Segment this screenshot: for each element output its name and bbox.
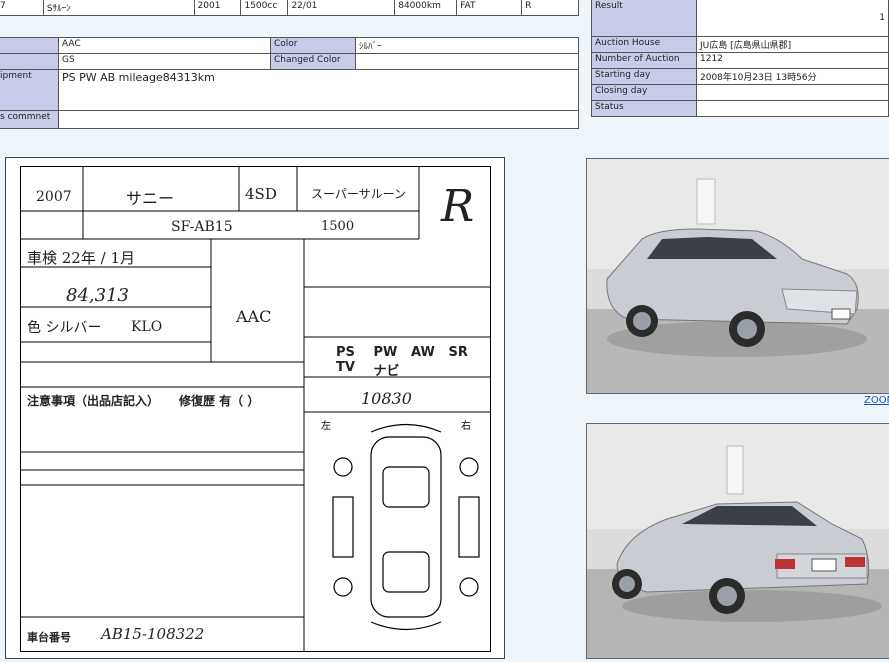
sheet-inspection: 車検 22年 / 1月 [27,249,135,267]
equipment-label: ipment [0,69,59,111]
auction-sheet-image[interactable]: 左 右 2007 サニー 4SD スーパーサルーン R SF-AB15 1500… [5,157,505,659]
sheet-repair: 修復歴 有（ ） [179,394,260,408]
grade-label [0,37,59,54]
sheet-chassis: SF-AB15 [171,219,233,235]
color-label: Color [270,37,356,54]
grade-value: AAC [58,37,271,54]
auction-house-label: Auction House [591,36,697,53]
sheet-serial: AB15-108322 [101,625,205,643]
summary-row-table: 7 Sｻﾙｰﾝ 2001 1500cc 22/01 84000km FAT R [0,0,579,16]
auction-sheet-form: 左 右 2007 サニー 4SD スーパーサルーン R SF-AB15 1500… [20,166,491,652]
feature-ps: PS [336,345,355,360]
closing-day-value [696,84,889,101]
sheet-serial-label: 車台番号 [27,631,71,644]
summary-cell: 1500cc [240,0,289,16]
summary-cell: Sｻﾙｰﾝ [42,0,195,16]
model-value: GS [58,53,271,70]
car-photo-rear[interactable] [586,423,889,659]
auction-number-value: 1212 [696,52,889,69]
zoom-link-photo1[interactable]: ZOOM [864,395,889,406]
sheet-mileage: 84,313 [66,285,129,306]
changed-color-value [355,53,579,70]
auction-number-label: Number of Auction [591,52,697,69]
equipment-value: PS PW AB mileage84313km [58,69,579,111]
summary-cell: 84000km [394,0,458,16]
summary-cell: 22/01 [287,0,396,16]
sheet-notes-title: 注意事項（出品店記入） [27,394,160,408]
sheet-color: 色 シルバー [27,320,102,336]
sheet-feature-grid: PS PW AW SR TV ナビ [336,345,486,379]
sheet-model: サニー [126,189,175,208]
result-label: Result [591,0,697,37]
comment-label: s commnet [0,110,59,129]
changed-color-label: Changed Color [270,53,356,70]
model-label [0,53,59,70]
sheet-doors: 4SD [245,185,277,203]
starting-day-label: Starting day [591,68,697,85]
car-photo-front[interactable] [586,158,889,394]
feature-sr: SR [448,345,468,360]
sheet-cc: 1500 [321,219,355,234]
sheet-grid-lines: 左 右 [21,167,490,651]
car-photo-rear-svg [587,424,889,658]
sheet-score: R [441,181,475,232]
svg-text:左: 左 [321,419,331,432]
color-value: ｼﾙﾊﾞｰ [355,37,579,54]
sheet-grade: スーパーサルーン [311,187,407,201]
summary-cell: FAT [456,0,523,16]
summary-row: 7 Sｻﾙｰﾝ 2001 1500cc 22/01 84000km FAT R [0,0,579,16]
feature-pw: PW [373,345,398,360]
car-photo-front-svg [587,159,889,393]
summary-cell: 7 [0,0,44,16]
sheet-year: 2007 [36,189,72,205]
summary-cell: R [521,0,579,16]
status-value [696,100,889,117]
auction-house-value: JU広島 [広島県山県郡] [696,36,889,53]
details-table: AAC Color ｼﾙﾊﾞｰ GS Changed Color ipment … [0,37,579,129]
starting-day-value: 2008年10月23日 13時56分 [696,68,889,85]
closing-day-label: Closing day [591,84,697,101]
svg-text:右: 右 [461,419,471,432]
sheet-color-code: KLO [131,319,163,335]
feature-tv: TV [336,360,355,375]
feature-aw: AW [411,345,435,360]
status-label: Status [591,100,697,117]
summary-cell: 2001 [193,0,242,16]
car-diagram [332,423,480,631]
result-value: 1 [696,0,889,37]
feature-navi: ナビ [373,364,400,379]
auction-table: Result 1 Auction House JU広島 [広島県山県郡] Num… [591,0,889,117]
sheet-aac: AAC [236,307,272,326]
comment-value [58,110,579,129]
sheet-price: 10830 [361,389,412,408]
